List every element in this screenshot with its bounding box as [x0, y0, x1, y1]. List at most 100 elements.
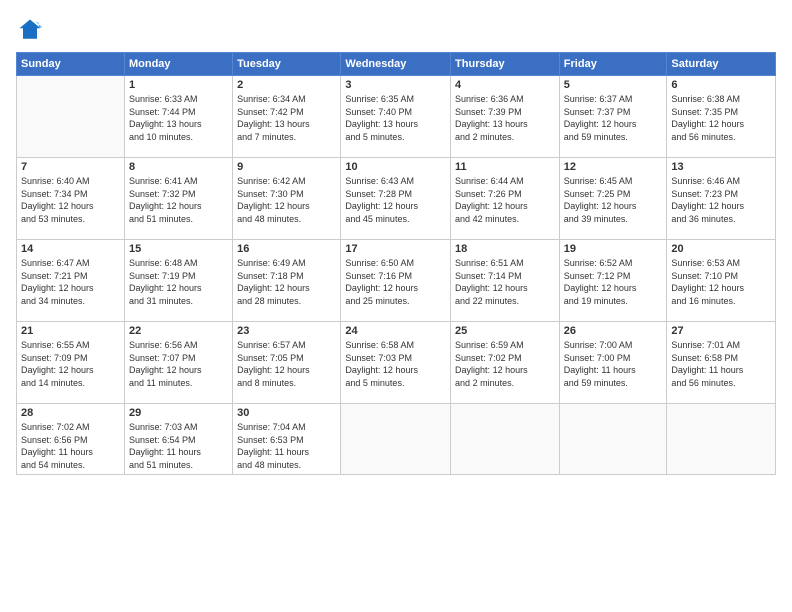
day-detail: Sunrise: 6:44 AM Sunset: 7:26 PM Dayligh…	[455, 175, 555, 225]
weekday-header: Friday	[559, 53, 667, 76]
day-detail: Sunrise: 6:45 AM Sunset: 7:25 PM Dayligh…	[564, 175, 663, 225]
day-detail: Sunrise: 7:01 AM Sunset: 6:58 PM Dayligh…	[671, 339, 771, 389]
weekday-header: Monday	[124, 53, 232, 76]
day-detail: Sunrise: 6:48 AM Sunset: 7:19 PM Dayligh…	[129, 257, 228, 307]
day-detail: Sunrise: 7:00 AM Sunset: 7:00 PM Dayligh…	[564, 339, 663, 389]
day-number: 5	[564, 79, 663, 91]
calendar-cell: 4 Sunrise: 6:36 AM Sunset: 7:39 PM Daylig…	[451, 76, 560, 158]
day-number: 1	[129, 79, 228, 91]
calendar-week-row: 21 Sunrise: 6:55 AM Sunset: 7:09 PM Dayli…	[17, 322, 776, 404]
calendar-cell: 19Sunrise: 6:52 AM Sunset: 7:12 PM Dayli…	[559, 240, 667, 322]
calendar-cell: 6 Sunrise: 6:38 AM Sunset: 7:35 PM Daylig…	[667, 76, 776, 158]
logo-icon	[16, 16, 44, 44]
calendar-cell: 17 Sunrise: 6:50 AM Sunset: 7:16 PM Dayli…	[341, 240, 451, 322]
calendar: SundayMondayTuesdayWednesdayThursdayFrid…	[16, 52, 776, 475]
calendar-cell: 1 Sunrise: 6:33 AM Sunset: 7:44 PM Daylig…	[124, 76, 232, 158]
day-detail: Sunrise: 6:42 AM Sunset: 7:30 PM Dayligh…	[237, 175, 336, 225]
day-detail: Sunrise: 6:59 AM Sunset: 7:02 PM Dayligh…	[455, 339, 555, 389]
weekday-header: Tuesday	[233, 53, 341, 76]
calendar-cell: 8 Sunrise: 6:41 AM Sunset: 7:32 PM Daylig…	[124, 158, 232, 240]
calendar-cell: 16 Sunrise: 6:49 AM Sunset: 7:18 PM Dayli…	[233, 240, 341, 322]
day-number: 10	[345, 161, 446, 173]
day-detail: Sunrise: 6:36 AM Sunset: 7:39 PM Dayligh…	[455, 93, 555, 143]
weekday-header: Wednesday	[341, 53, 451, 76]
calendar-week-row: 14Sunrise: 6:47 AM Sunset: 7:21 PM Dayli…	[17, 240, 776, 322]
day-detail: Sunrise: 6:52 AM Sunset: 7:12 PM Dayligh…	[564, 257, 663, 307]
calendar-cell: 30 Sunrise: 7:04 AM Sunset: 6:53 PM Dayli…	[233, 404, 341, 475]
day-number: 2	[237, 79, 336, 91]
day-detail: Sunrise: 7:04 AM Sunset: 6:53 PM Dayligh…	[237, 421, 336, 471]
day-number: 9	[237, 161, 336, 173]
calendar-cell: 15 Sunrise: 6:48 AM Sunset: 7:19 PM Dayli…	[124, 240, 232, 322]
day-detail: Sunrise: 6:46 AM Sunset: 7:23 PM Dayligh…	[671, 175, 771, 225]
day-number: 3	[345, 79, 446, 91]
calendar-week-row: 7 Sunrise: 6:40 AM Sunset: 7:34 PM Daylig…	[17, 158, 776, 240]
day-number: 20	[671, 243, 771, 255]
calendar-cell: 24 Sunrise: 6:58 AM Sunset: 7:03 PM Dayli…	[341, 322, 451, 404]
day-number: 8	[129, 161, 228, 173]
day-number: 17	[345, 243, 446, 255]
day-detail: Sunrise: 6:38 AM Sunset: 7:35 PM Dayligh…	[671, 93, 771, 143]
day-detail: Sunrise: 6:40 AM Sunset: 7:34 PM Dayligh…	[21, 175, 120, 225]
calendar-cell	[341, 404, 451, 475]
day-detail: Sunrise: 6:57 AM Sunset: 7:05 PM Dayligh…	[237, 339, 336, 389]
day-number: 24	[345, 325, 446, 337]
calendar-cell: 21 Sunrise: 6:55 AM Sunset: 7:09 PM Dayli…	[17, 322, 125, 404]
day-detail: Sunrise: 7:03 AM Sunset: 6:54 PM Dayligh…	[129, 421, 228, 471]
day-detail: Sunrise: 7:02 AM Sunset: 6:56 PM Dayligh…	[21, 421, 120, 471]
day-number: 26	[564, 325, 663, 337]
weekday-header: Saturday	[667, 53, 776, 76]
weekday-header: Sunday	[17, 53, 125, 76]
calendar-cell: 14Sunrise: 6:47 AM Sunset: 7:21 PM Dayli…	[17, 240, 125, 322]
day-number: 25	[455, 325, 555, 337]
calendar-cell: 29 Sunrise: 7:03 AM Sunset: 6:54 PM Dayli…	[124, 404, 232, 475]
day-number: 16	[237, 243, 336, 255]
day-number: 27	[671, 325, 771, 337]
weekday-header-row: SundayMondayTuesdayWednesdayThursdayFrid…	[17, 53, 776, 76]
calendar-cell: 3 Sunrise: 6:35 AM Sunset: 7:40 PM Daylig…	[341, 76, 451, 158]
day-detail: Sunrise: 6:50 AM Sunset: 7:16 PM Dayligh…	[345, 257, 446, 307]
calendar-cell: 5 Sunrise: 6:37 AM Sunset: 7:37 PM Daylig…	[559, 76, 667, 158]
calendar-cell: 28 Sunrise: 7:02 AM Sunset: 6:56 PM Dayli…	[17, 404, 125, 475]
calendar-cell	[559, 404, 667, 475]
calendar-cell: 12 Sunrise: 6:45 AM Sunset: 7:25 PM Dayli…	[559, 158, 667, 240]
day-number: 6	[671, 79, 771, 91]
calendar-cell: 2Sunrise: 6:34 AM Sunset: 7:42 PM Daylig…	[233, 76, 341, 158]
day-number: 21	[21, 325, 120, 337]
calendar-cell: 7 Sunrise: 6:40 AM Sunset: 7:34 PM Daylig…	[17, 158, 125, 240]
calendar-cell: 22 Sunrise: 6:56 AM Sunset: 7:07 PM Dayli…	[124, 322, 232, 404]
page: SundayMondayTuesdayWednesdayThursdayFrid…	[0, 0, 792, 612]
day-number: 29	[129, 407, 228, 419]
day-number: 22	[129, 325, 228, 337]
calendar-week-row: 1 Sunrise: 6:33 AM Sunset: 7:44 PM Daylig…	[17, 76, 776, 158]
calendar-cell	[667, 404, 776, 475]
day-detail: Sunrise: 6:55 AM Sunset: 7:09 PM Dayligh…	[21, 339, 120, 389]
day-number: 4	[455, 79, 555, 91]
day-detail: Sunrise: 6:35 AM Sunset: 7:40 PM Dayligh…	[345, 93, 446, 143]
logo	[16, 16, 48, 44]
day-number: 11	[455, 161, 555, 173]
day-number: 7	[21, 161, 120, 173]
calendar-week-row: 28 Sunrise: 7:02 AM Sunset: 6:56 PM Dayli…	[17, 404, 776, 475]
calendar-cell: 10Sunrise: 6:43 AM Sunset: 7:28 PM Dayli…	[341, 158, 451, 240]
calendar-cell: 13 Sunrise: 6:46 AM Sunset: 7:23 PM Dayli…	[667, 158, 776, 240]
day-number: 30	[237, 407, 336, 419]
day-detail: Sunrise: 6:49 AM Sunset: 7:18 PM Dayligh…	[237, 257, 336, 307]
day-number: 15	[129, 243, 228, 255]
day-detail: Sunrise: 6:41 AM Sunset: 7:32 PM Dayligh…	[129, 175, 228, 225]
day-detail: Sunrise: 6:47 AM Sunset: 7:21 PM Dayligh…	[21, 257, 120, 307]
calendar-cell: 23 Sunrise: 6:57 AM Sunset: 7:05 PM Dayli…	[233, 322, 341, 404]
day-number: 13	[671, 161, 771, 173]
day-number: 28	[21, 407, 120, 419]
day-number: 23	[237, 325, 336, 337]
day-detail: Sunrise: 6:58 AM Sunset: 7:03 PM Dayligh…	[345, 339, 446, 389]
calendar-cell: 26 Sunrise: 7:00 AM Sunset: 7:00 PM Dayli…	[559, 322, 667, 404]
day-detail: Sunrise: 6:51 AM Sunset: 7:14 PM Dayligh…	[455, 257, 555, 307]
calendar-cell	[451, 404, 560, 475]
calendar-cell: 20Sunrise: 6:53 AM Sunset: 7:10 PM Dayli…	[667, 240, 776, 322]
day-number: 12	[564, 161, 663, 173]
day-detail: Sunrise: 6:33 AM Sunset: 7:44 PM Dayligh…	[129, 93, 228, 143]
day-number: 18	[455, 243, 555, 255]
day-detail: Sunrise: 6:37 AM Sunset: 7:37 PM Dayligh…	[564, 93, 663, 143]
day-detail: Sunrise: 6:56 AM Sunset: 7:07 PM Dayligh…	[129, 339, 228, 389]
